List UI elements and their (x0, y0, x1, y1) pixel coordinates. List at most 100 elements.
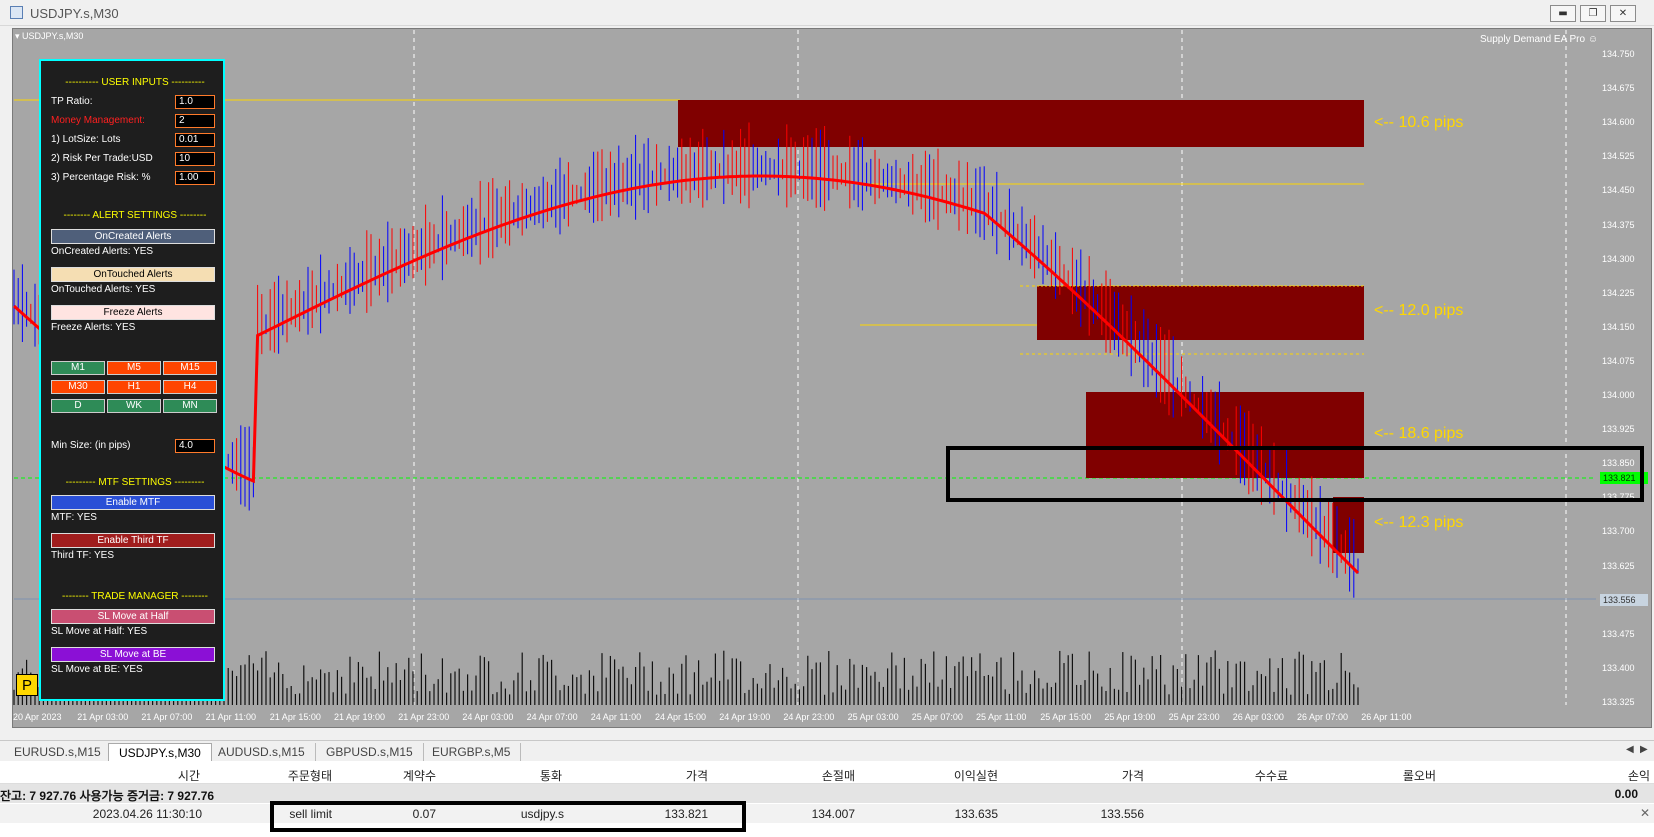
percentage-risk-label: 3) Percentage Risk: % (51, 172, 151, 183)
price-tick-label: 134.525 (1602, 151, 1635, 162)
price-tick-label: 134.675 (1602, 83, 1635, 94)
freeze-alerts-status: Freeze Alerts: YES (51, 322, 136, 333)
p-button[interactable]: P (16, 674, 38, 696)
timeframe-h4-button[interactable]: H4 (163, 380, 217, 394)
timeframe-m15-button[interactable]: M15 (163, 361, 217, 375)
highlight-box (946, 446, 1644, 502)
price-tick-label: 134.225 (1602, 287, 1635, 298)
third-tf-status: Third TF: YES (51, 550, 114, 561)
timeframe-h1-button[interactable]: H1 (107, 380, 161, 394)
order-highlight-box (270, 801, 746, 832)
col-time-header[interactable]: 시간 (150, 767, 200, 784)
time-tick-label: 26 Apr 03:00 (1232, 712, 1284, 722)
tab-eurusd-m15[interactable]: EURUSD.s,M15 (4, 743, 112, 761)
price-tick-label: 133.325 (1602, 696, 1635, 707)
col-sl-header[interactable]: 손절매 (800, 767, 855, 784)
sl-move-half-status: SL Move at Half: YES (51, 626, 148, 637)
supply-zone (1037, 286, 1364, 340)
timeframe-m30-button[interactable]: M30 (51, 380, 105, 394)
time-tick-label: 21 Apr 03:00 (77, 712, 129, 722)
timeframe-m5-button[interactable]: M5 (107, 361, 161, 375)
tab-scroll-left-icon[interactable]: ◀ (1626, 744, 1634, 755)
time-tick-label: 25 Apr 03:00 (847, 712, 899, 722)
col-commission-header[interactable]: 수수료 (1236, 767, 1288, 784)
price-tick-label: 133.475 (1602, 628, 1635, 639)
time-tick-label: 26 Apr 11:00 (1361, 712, 1412, 722)
col-symbol-header[interactable]: 통화 (510, 767, 562, 784)
balance-text: 잔고: 7 927.76 사용가능 증거금: 7 927.76 (0, 789, 215, 803)
sl-move-be-button[interactable]: SL Move at BE (51, 647, 215, 662)
tab-audusd-m15[interactable]: AUDUSD.s,M15 (208, 743, 316, 761)
price-tick-label: 134.150 (1602, 321, 1635, 332)
time-tick-label: 21 Apr 23:00 (398, 712, 450, 722)
ontouched-alerts-button[interactable]: OnTouched Alerts (51, 267, 215, 282)
col-type-header[interactable]: 주문형태 (270, 767, 332, 784)
min-size-label: Min Size: (in pips) (51, 440, 131, 451)
time-tick-label: 24 Apr 03:00 (462, 712, 514, 722)
sl-move-be-status: SL Move at BE: YES (51, 664, 143, 675)
time-tick-label: 25 Apr 15:00 (1040, 712, 1092, 722)
balance-row: 잔고: 7 927.76 사용가능 증거금: 7 927.76 0.00 (0, 784, 1654, 803)
price-tick-label: 134.375 (1602, 219, 1635, 230)
order-sl: 134.007 (811, 807, 855, 821)
enable-mtf-button[interactable]: Enable MTF (51, 495, 215, 510)
chart-symbol-label: ▾ USDJPY.s,M30 (15, 31, 84, 41)
time-tick-label: 21 Apr 19:00 (334, 712, 386, 722)
time-tick-label: 21 Apr 15:00 (269, 712, 321, 722)
lotsize-input[interactable]: 0.01 (175, 133, 215, 147)
col-profit-header[interactable]: 손익 (1600, 767, 1650, 784)
tp-ratio-input[interactable]: 1.0 (175, 95, 215, 109)
time-tick-label: 25 Apr 11:00 (976, 712, 1027, 722)
time-tick-label: 25 Apr 19:00 (1104, 712, 1156, 722)
trade-manager-title: -------- TRADE MANAGER -------- (62, 591, 208, 602)
ontouched-alerts-status: OnTouched Alerts: YES (51, 284, 156, 295)
mtf-settings-title: --------- MTF SETTINGS --------- (65, 477, 205, 488)
enable-third-tf-button[interactable]: Enable Third TF (51, 533, 215, 548)
smiley-icon: ☺ (1587, 34, 1599, 45)
balance-profit: 0.00 (1614, 787, 1638, 801)
time-tick-label: 21 Apr 07:00 (141, 712, 193, 722)
col-price-header[interactable]: 가격 (660, 767, 708, 784)
time-tick-label: 21 Apr 11:00 (205, 712, 256, 722)
freeze-alerts-button[interactable]: Freeze Alerts (51, 305, 215, 320)
percentage-risk-input[interactable]: 1.00 (175, 171, 215, 185)
ea-control-panel: ---------- USER INPUTS ---------- TP Rat… (39, 59, 225, 701)
oncreated-alerts-button[interactable]: OnCreated Alerts (51, 229, 215, 244)
risk-per-trade-input[interactable]: 10 (175, 152, 215, 166)
ea-name-label: Supply Demand EA Pro ☺ (1480, 34, 1599, 45)
price-chart[interactable] (0, 0, 1654, 740)
last-price-tag: 133.556 (1600, 594, 1648, 606)
close-order-icon[interactable]: ✕ (1640, 806, 1650, 820)
col-rollover-header[interactable]: 롤오버 (1380, 767, 1436, 784)
money-management-input[interactable]: 2 (175, 114, 215, 128)
price-tick-label: 134.750 (1602, 49, 1635, 59)
zone-pips-label: <-- 10.6 pips (1374, 114, 1464, 131)
order-current-price: 133.556 (1100, 807, 1144, 821)
timeframe-mn-button[interactable]: MN (163, 399, 217, 413)
oncreated-alerts-status: OnCreated Alerts: YES (51, 246, 154, 257)
timeframe-m1-button[interactable]: M1 (51, 361, 105, 375)
table-row[interactable]: 2023.04.26 11:30:10 sell limit 0.07 usdj… (0, 804, 1654, 823)
time-tick-label: 24 Apr 11:00 (590, 712, 642, 722)
timeframe-wk-button[interactable]: WK (107, 399, 161, 413)
order-tp: 133.635 (954, 807, 998, 821)
zone-pips-label: <-- 12.0 pips (1374, 302, 1464, 319)
col-current-price-header[interactable]: 가격 (1094, 767, 1144, 784)
tab-scroll-right-icon[interactable]: ▶ (1640, 744, 1648, 755)
min-size-input[interactable]: 4.0 (175, 439, 215, 453)
tab-gbpusd-m15[interactable]: GBPUSD.s,M15 (316, 743, 424, 761)
price-tick-label: 133.400 (1602, 662, 1635, 673)
tp-ratio-label: TP Ratio: (51, 96, 93, 107)
tab-usdjpy-m30[interactable]: USDJPY.s,M30 (108, 743, 212, 761)
time-tick-label: 20 Apr 2023 (13, 712, 62, 722)
tab-eurgbp-m5[interactable]: EURGBP.s,M5 (422, 743, 522, 761)
col-volume-header[interactable]: 계약수 (380, 767, 436, 784)
sl-move-half-button[interactable]: SL Move at Half (51, 609, 215, 624)
time-tick-label: 24 Apr 19:00 (719, 712, 771, 722)
col-tp-header[interactable]: 이익실현 (930, 767, 998, 784)
timeframe-d-button[interactable]: D (51, 399, 105, 413)
price-tick-label: 134.600 (1602, 117, 1635, 128)
time-tick-label: 24 Apr 23:00 (783, 712, 835, 722)
price-tick-label: 134.075 (1602, 355, 1635, 366)
time-tick-label: 25 Apr 07:00 (911, 712, 963, 722)
